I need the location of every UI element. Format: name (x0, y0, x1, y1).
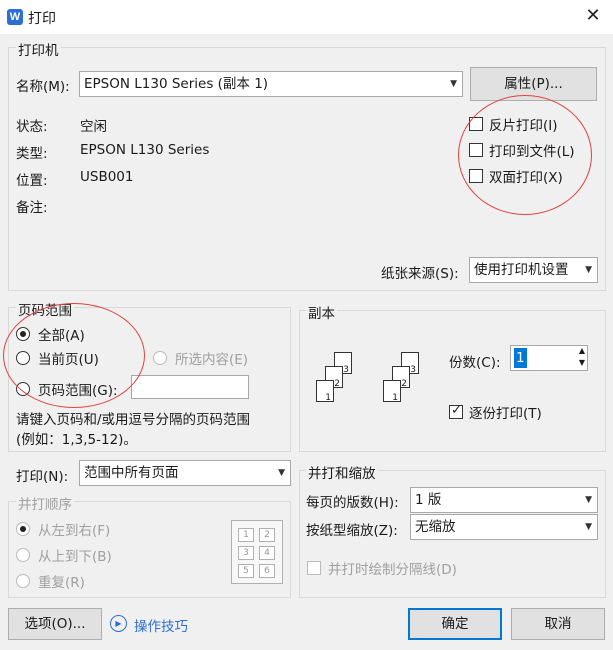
title-bar (0, 0, 613, 34)
draw-borders-label: 并打时绘制分隔线(D) (328, 562, 457, 578)
chevron-down-icon: ▼ (450, 79, 457, 89)
repeat-label: 重复(R) (38, 575, 85, 591)
page-range-hint-line1: 请键入页码和/或用逗号分隔的页码范围 (16, 412, 251, 428)
paper-source-select[interactable]: 使用打印机设置 ▼ (469, 257, 598, 283)
top-to-bottom-radio (16, 548, 30, 562)
collate-checkbox[interactable] (449, 403, 463, 419)
paper-source-value: 使用打印机设置 (474, 262, 569, 278)
tips-icon[interactable]: ▶ (110, 615, 127, 632)
copies-count-value[interactable]: 1 (514, 348, 527, 368)
type-label: 类型: (16, 146, 48, 162)
print-order-group-label: 并打顺序 (16, 493, 74, 513)
zoom-group-label: 并打和缩放 (306, 462, 378, 482)
page-icon: 1 (383, 380, 401, 403)
preview-cell: 5 (238, 564, 254, 578)
copies-count-label: 份数(C): (449, 355, 501, 371)
repeat-radio (16, 574, 30, 588)
location-value: USB001 (80, 169, 134, 185)
stepper-up-icon[interactable]: ▲ (579, 346, 585, 355)
printer-group-label: 打印机 (16, 39, 61, 59)
selection-label: 所选内容(E) (175, 352, 249, 368)
status-label: 状态: (16, 119, 48, 135)
location-label: 位置: (16, 173, 48, 189)
preview-cell: 3 (238, 546, 254, 560)
annotation-circle (3, 303, 145, 408)
copies-group (299, 310, 606, 452)
window-title: 打印 (28, 11, 56, 27)
chevron-down-icon: ▼ (585, 495, 592, 505)
pages-per-sheet-select[interactable]: 1 版 ▼ (410, 487, 598, 513)
copies-group-label: 副本 (306, 302, 337, 322)
preview-cell: 4 (259, 546, 275, 560)
tips-link[interactable]: 操作技巧 (134, 615, 188, 635)
pages-per-sheet-label: 每页的版数(H): (306, 495, 399, 511)
paper-source-label: 纸张来源(S): (381, 266, 459, 282)
draw-borders-checkbox (307, 561, 321, 575)
print-what-select[interactable]: 范围中所有页面 ▼ (79, 460, 291, 486)
cancel-button[interactable]: 取消 (511, 608, 605, 640)
scale-value: 无缩放 (415, 519, 456, 535)
collate-label[interactable]: 逐份打印(T) (469, 402, 542, 422)
preview-cell: 6 (259, 564, 275, 578)
pages-per-sheet-value: 1 版 (415, 492, 442, 508)
page-icon: 1 (316, 380, 334, 403)
page-range-input[interactable] (131, 375, 249, 399)
printer-name-label: 名称(M): (16, 79, 70, 95)
ok-button[interactable]: 确定 (408, 608, 502, 640)
app-icon: W (7, 9, 23, 25)
chevron-down-icon: ▼ (278, 468, 285, 478)
options-button[interactable]: 选项(O)... (8, 608, 102, 640)
chevron-down-icon: ▼ (585, 522, 592, 532)
scale-select[interactable]: 无缩放 ▼ (410, 514, 598, 540)
printer-name-value: EPSON L130 Series (副本 1) (84, 76, 269, 92)
comment-label: 备注: (16, 200, 48, 216)
stepper-down-icon[interactable]: ▼ (579, 358, 585, 367)
print-what-label: 打印(N): (16, 469, 69, 485)
printer-name-select[interactable]: EPSON L130 Series (副本 1) ▼ (79, 71, 463, 97)
copies-count-stepper[interactable]: 1 ▲ ▼ (510, 345, 588, 371)
preview-cell: 2 (259, 528, 275, 542)
preview-cell: 1 (238, 528, 254, 542)
selection-radio (153, 351, 167, 365)
left-to-right-radio (16, 522, 30, 536)
close-icon[interactable]: ✕ (582, 5, 604, 27)
type-value: EPSON L130 Series (80, 142, 210, 158)
print-what-value: 范围中所有页面 (84, 465, 179, 481)
page-range-hint-line2: (例如：1,3,5-12)。 (16, 432, 137, 448)
top-to-bottom-label: 从上到下(B) (38, 549, 112, 565)
scale-label: 按纸型缩放(Z): (306, 523, 398, 539)
left-to-right-label: 从左到右(F) (38, 523, 111, 539)
annotation-circle (458, 95, 592, 215)
chevron-down-icon: ▼ (585, 265, 592, 275)
status-value: 空闲 (80, 119, 107, 135)
